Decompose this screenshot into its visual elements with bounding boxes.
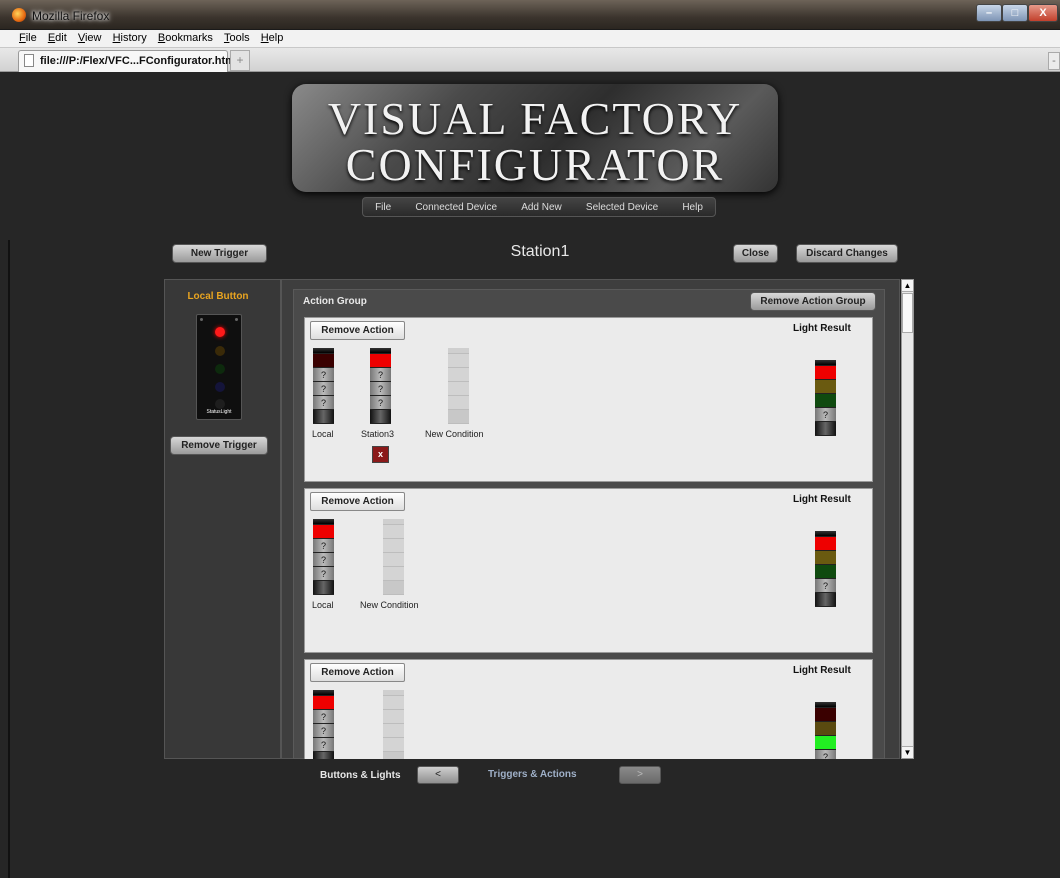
- light-result-label: Light Result: [793, 494, 851, 505]
- light-result-stack[interactable]: ?: [815, 531, 836, 607]
- tab-title: file:///P:/Flex/VFC...FConfigurator.html: [40, 55, 239, 67]
- remove-condition-x-icon[interactable]: x: [372, 446, 389, 463]
- browser-menubar: File Edit View History Bookmarks Tools H…: [0, 30, 1060, 48]
- action-card: Remove Action Light Result ? ? ? ?: [304, 659, 873, 759]
- condition-light-stack[interactable]: ? ? ?: [313, 519, 334, 595]
- menu-tools[interactable]: Tools: [220, 30, 254, 47]
- red-segment: [370, 354, 391, 368]
- app-menu-help[interactable]: Help: [682, 202, 703, 213]
- condition-light-stack[interactable]: ? ? ?: [370, 348, 391, 424]
- next-page-button[interactable]: >: [619, 766, 661, 784]
- new-tab-button[interactable]: +: [230, 50, 250, 71]
- close-button[interactable]: Close: [733, 244, 778, 263]
- remove-action-button[interactable]: Remove Action: [310, 663, 405, 682]
- app-menu-selected-device[interactable]: Selected Device: [586, 202, 658, 213]
- minimize-button[interactable]: –: [976, 4, 1002, 22]
- condition-light-stack[interactable]: ? ? ?: [313, 690, 334, 759]
- vertical-scrollbar[interactable]: [901, 279, 914, 759]
- red-segment: [313, 354, 334, 368]
- station-title: Station1: [510, 243, 570, 260]
- logo-title-line2: CONFIGURATOR: [345, 139, 725, 190]
- action-card: Remove Action Light Result ? ? ? Local ?…: [304, 317, 873, 482]
- remove-action-button[interactable]: Remove Action: [310, 492, 405, 511]
- screw-icon: [235, 318, 238, 321]
- menu-edit[interactable]: Edit: [44, 30, 71, 47]
- document-icon: [24, 54, 34, 67]
- window-left-edge: [8, 240, 10, 878]
- condition-label: Local: [312, 429, 334, 439]
- condition-light-stack[interactable]: ? ? ?: [313, 348, 334, 424]
- window-titlebar: [0, 0, 1060, 30]
- app-menu-file[interactable]: File: [375, 202, 391, 213]
- maximize-button[interactable]: □: [1002, 4, 1028, 22]
- menu-file[interactable]: File: [15, 30, 41, 47]
- menu-bookmarks[interactable]: Bookmarks: [154, 30, 217, 47]
- red-lamp-icon: [215, 327, 225, 337]
- close-window-button[interactable]: X: [1028, 4, 1058, 22]
- app-menu-add-new[interactable]: Add New: [521, 202, 562, 213]
- menu-help[interactable]: Help: [257, 30, 288, 47]
- remove-trigger-button[interactable]: Remove Trigger: [170, 436, 268, 455]
- status-light-device-image[interactable]: [196, 314, 242, 420]
- remove-action-button[interactable]: Remove Action: [310, 321, 405, 340]
- action-card: Remove Action Light Result ? ? ? Local N…: [304, 488, 873, 653]
- condition-label: Local: [312, 600, 334, 610]
- menu-view[interactable]: View: [74, 30, 106, 47]
- window-title: Mozilla Firefox: [32, 9, 110, 23]
- new-condition-stack[interactable]: [383, 690, 404, 759]
- red-segment: [313, 525, 334, 539]
- amber-lamp-icon: [215, 346, 225, 356]
- app-menu-connected-device[interactable]: Connected Device: [415, 202, 497, 213]
- green-lamp-icon: [215, 364, 225, 374]
- scroll-down-arrow-icon[interactable]: ▼: [902, 746, 913, 758]
- app-menubar: File Connected Device Add New Selected D…: [362, 197, 716, 217]
- light-result-label: Light Result: [793, 665, 851, 676]
- blue-lamp-icon: [215, 382, 225, 392]
- red-segment: [313, 696, 334, 710]
- menu-history[interactable]: History: [109, 30, 151, 47]
- previous-page-button[interactable]: <: [417, 766, 459, 784]
- light-result-label: Light Result: [793, 323, 851, 334]
- new-condition-stack[interactable]: [383, 519, 404, 595]
- light-result-stack[interactable]: ?: [815, 360, 836, 436]
- remove-action-group-button[interactable]: Remove Action Group: [750, 292, 876, 311]
- new-trigger-button[interactable]: New Trigger: [172, 244, 267, 263]
- triggers-actions-nav-label: Triggers & Actions: [488, 769, 577, 780]
- condition-label: Station3: [361, 429, 395, 439]
- scroll-thumb[interactable]: [902, 293, 913, 333]
- tab-scroll-right-button[interactable]: -: [1048, 52, 1060, 70]
- new-condition-stack[interactable]: [448, 348, 469, 424]
- screw-icon: [200, 318, 203, 321]
- new-condition-label: New Condition: [425, 429, 484, 439]
- discard-changes-button[interactable]: Discard Changes: [796, 244, 898, 263]
- device-brand-label: StatusLight: [206, 409, 232, 415]
- action-group-title: Action Group: [303, 296, 367, 307]
- buttons-lights-nav-label[interactable]: Buttons & Lights: [320, 770, 401, 781]
- firefox-icon: [12, 8, 26, 22]
- scroll-up-arrow-icon[interactable]: ▲: [902, 280, 913, 292]
- trigger-title: Local Button: [187, 291, 249, 302]
- light-result-stack[interactable]: ?: [815, 702, 836, 759]
- new-condition-label: New Condition: [360, 600, 419, 610]
- white-lamp-icon: [215, 399, 225, 409]
